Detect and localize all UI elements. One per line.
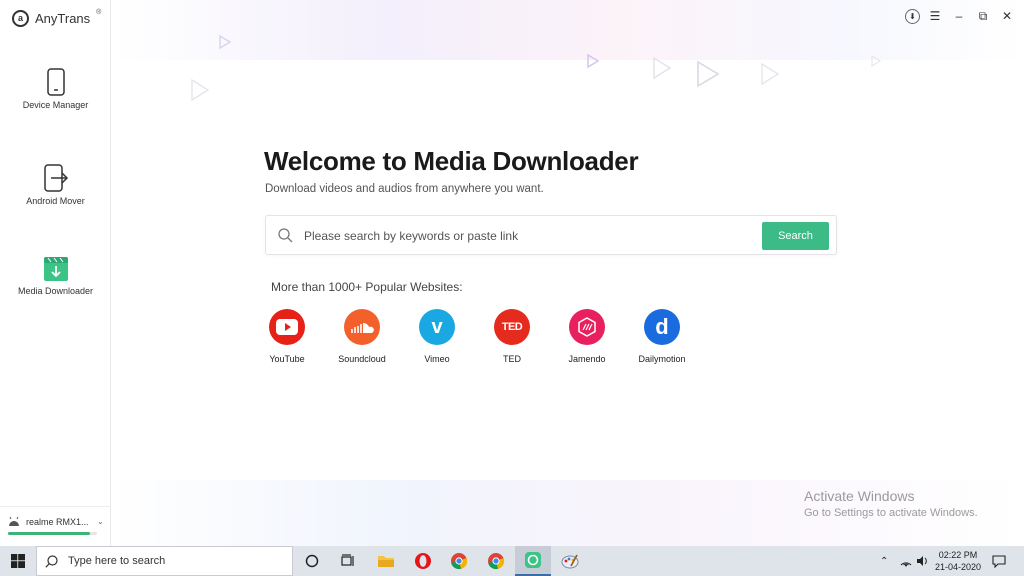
start-button[interactable] (0, 546, 36, 576)
android-icon (9, 517, 19, 526)
sidebar-item-label: Media Downloader (17, 286, 94, 296)
search-button[interactable]: Search (762, 222, 829, 250)
device-storage-fill (8, 532, 90, 535)
site-label: Dailymotion (638, 354, 686, 364)
ted-icon: TED (494, 309, 530, 345)
search-icon (45, 554, 58, 568)
chrome-icon[interactable] (441, 546, 477, 576)
volume-icon[interactable] (916, 546, 930, 576)
windows-logo-icon (11, 554, 25, 568)
clock-time: 02:22 PM (938, 550, 978, 560)
site-label: Soundcloud (338, 354, 386, 364)
activation-watermark-subtitle: Go to Settings to activate Windows. (804, 507, 978, 519)
search-input[interactable] (304, 224, 744, 248)
clock-date: 21-04-2020 (934, 562, 982, 572)
sidebar: a AnyTrans ® Device Manager Android Move… (0, 0, 111, 546)
sidebar-item-media-downloader[interactable]: Media Downloader (0, 256, 111, 296)
page-subtitle: Download videos and audios from anywhere… (265, 183, 544, 195)
site-vimeo[interactable]: v Vimeo (402, 309, 472, 364)
sidebar-item-label: Android Mover (26, 196, 85, 206)
sidebar-item-label: Device Manager (22, 100, 89, 110)
minimize-icon[interactable]: – (950, 8, 968, 24)
show-hidden-icons[interactable]: ⌃ (880, 546, 888, 576)
device-selector[interactable]: realme RMX1... ⌄ (0, 506, 111, 546)
site-label: Vimeo (424, 354, 450, 364)
device-name: realme RMX1... (26, 517, 89, 527)
network-icon[interactable] (899, 546, 913, 576)
play-decoration-icons (191, 34, 882, 102)
sidebar-item-android-mover[interactable]: Android Mover (0, 164, 111, 206)
vimeo-icon: v (419, 309, 455, 345)
site-ted[interactable]: TED TED (477, 309, 547, 364)
popular-websites-label: More than 1000+ Popular Websites: (271, 280, 463, 294)
close-icon[interactable]: ✕ (998, 8, 1016, 24)
anytrans-taskbar-icon[interactable] (515, 546, 551, 576)
site-label: YouTube (269, 354, 305, 364)
app-window: a AnyTrans ® Device Manager Android Move… (0, 0, 1024, 546)
dailymotion-icon: d (644, 309, 680, 345)
file-explorer-icon[interactable] (368, 546, 404, 576)
chevron-up-icon[interactable]: ⌃ (880, 556, 888, 567)
transfer-icon (43, 164, 68, 192)
menu-icon[interactable]: ☰ (926, 8, 944, 24)
paint-icon[interactable] (552, 546, 588, 576)
registered-mark: ® (96, 8, 102, 16)
chrome-icon[interactable] (478, 546, 514, 576)
download-manager-icon[interactable]: ⬇ (905, 8, 920, 24)
opera-icon[interactable] (405, 546, 441, 576)
taskbar-search[interactable]: Type here to search (36, 546, 293, 576)
search-bar: Search (265, 215, 837, 255)
taskbar: Type here to search ⌃ 02:22 PM 21-04-202… (0, 546, 1024, 576)
action-center-icon[interactable] (992, 546, 1006, 576)
site-youtube[interactable]: YouTube (252, 309, 322, 364)
site-dailymotion[interactable]: d Dailymotion (627, 309, 697, 364)
sidebar-item-device-manager[interactable]: Device Manager (0, 68, 111, 110)
activation-watermark-title: Activate Windows (804, 488, 915, 504)
taskbar-search-placeholder: Type here to search (68, 555, 166, 567)
soundcloud-icon (344, 309, 380, 345)
site-label: Jamendo (568, 354, 606, 364)
app-brand: a AnyTrans ® (12, 8, 101, 28)
search-icon (278, 228, 293, 243)
site-label: TED (503, 354, 521, 364)
media-download-icon (43, 257, 68, 281)
chevron-down-icon[interactable]: ⌄ (97, 517, 104, 526)
page-title: Welcome to Media Downloader (264, 146, 639, 176)
restore-icon[interactable]: ⧉ (974, 8, 992, 24)
window-controls: ⬇ ☰ – ⧉ ✕ (905, 8, 1016, 24)
youtube-icon (269, 309, 305, 345)
system-clock[interactable]: 02:22 PM 21-04-2020 (930, 549, 986, 573)
site-jamendo[interactable]: Jamendo (552, 309, 622, 364)
jamendo-icon (569, 309, 605, 345)
task-view-icon[interactable] (330, 546, 366, 576)
device-storage-bar (8, 532, 97, 535)
app-name: AnyTrans (35, 10, 91, 26)
phone-icon (46, 68, 65, 96)
site-soundcloud[interactable]: Soundcloud (327, 309, 397, 364)
cortana-icon[interactable] (294, 546, 330, 576)
anytrans-logo-icon: a (12, 9, 29, 27)
